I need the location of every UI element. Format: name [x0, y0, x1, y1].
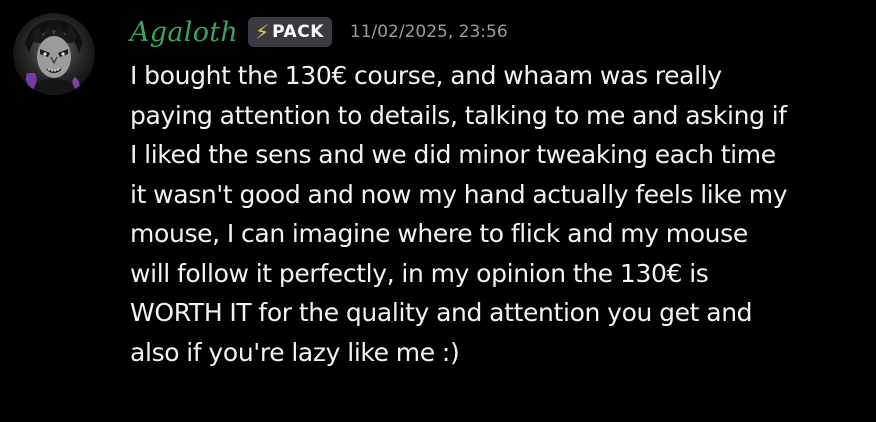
message-text-line: mouse, I can imagine where to flick and … — [130, 219, 748, 248]
user-avatar[interactable] — [13, 13, 95, 95]
guild-tag-label: PACK — [272, 22, 324, 42]
message-timestamp[interactable]: 11/02/2025, 23:56 — [350, 22, 508, 42]
chat-message: Agaloth ⚡ PACK 11/02/2025, 23:56 I bough… — [0, 0, 876, 422]
lightning-bolt-icon: ⚡ — [255, 20, 270, 44]
message-text-line: I liked the sens and we did minor tweaki… — [130, 140, 776, 169]
message-text-line: it wasn't good and now my hand actually … — [130, 179, 788, 209]
message-header: Agaloth ⚡ PACK 11/02/2025, 23:56 — [130, 14, 508, 50]
username[interactable]: Agaloth — [130, 17, 238, 48]
message-content: I bought the 130€ course, and whaam was … — [130, 56, 865, 372]
avatar-image — [13, 13, 95, 95]
message-text-line: I bought the 130€ course, and whaam was … — [130, 61, 722, 90]
message-text-line: paying attention to details, talking to … — [130, 100, 787, 130]
message-text-line: also if you're lazy like me :) — [130, 337, 460, 367]
message-text-line: WORTH IT for the quality and attention y… — [130, 298, 753, 327]
guild-tag-badge[interactable]: ⚡ PACK — [248, 17, 332, 47]
message-text-line: will follow it perfectly, in my opinion … — [130, 258, 709, 288]
